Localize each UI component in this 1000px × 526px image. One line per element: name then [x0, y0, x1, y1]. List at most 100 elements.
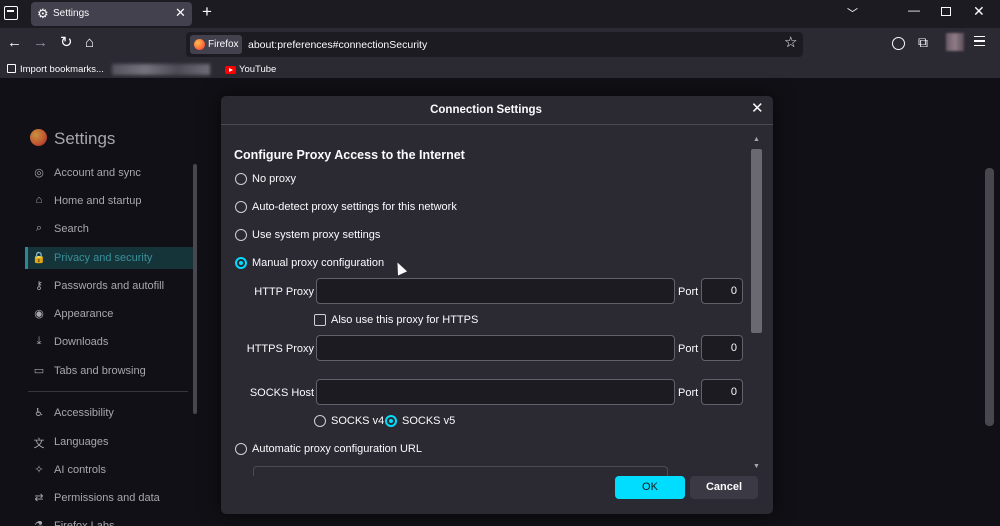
also-https-label[interactable]: Also use this proxy for HTTPS — [331, 314, 478, 326]
sidebar-item-label: Permissions and data — [54, 492, 160, 504]
socks-host-input[interactable] — [316, 379, 675, 405]
label-socks-v5[interactable]: SOCKS v5 — [402, 415, 455, 427]
dialog-scrollbar-thumb[interactable] — [751, 149, 762, 333]
sidebar-item[interactable]: 文 Languages — [25, 431, 195, 453]
https-proxy-label: HTTPS Proxy — [246, 343, 314, 355]
url-text[interactable]: about:preferences#connectionSecurity — [248, 39, 427, 51]
sidebar-item[interactable]: 🔒 Privacy and security — [25, 247, 195, 269]
sidebar-item[interactable]: ⌂ Home and startup — [25, 190, 195, 212]
firefox-logo-icon — [30, 129, 47, 146]
search-icon: ⌕ — [35, 222, 43, 234]
back-icon[interactable]: ← — [7, 35, 22, 51]
sidebar-item[interactable]: ⇄ Permissions and data — [25, 487, 195, 509]
sidebar-item[interactable]: ◉ Appearance — [25, 303, 195, 325]
navigation-toolbar: ← → ↻ ⌂ Firefox about:preferences#connec… — [0, 28, 1000, 61]
account-icon[interactable] — [892, 37, 905, 50]
also-https-checkbox[interactable] — [314, 314, 326, 326]
tab-title: Settings — [53, 8, 90, 19]
sidebar-item-label: Tabs and browsing — [54, 365, 146, 377]
label-socks-v4[interactable]: SOCKS v4 — [331, 415, 384, 427]
chevron-down-icon[interactable]: ﹀ — [847, 5, 858, 21]
reload-icon[interactable]: ↻ — [60, 35, 73, 51]
restore-icon[interactable] — [941, 7, 951, 16]
sidebar-scrollbar[interactable] — [193, 164, 197, 414]
dialog-separator — [221, 124, 773, 125]
radio-socks-v5[interactable] — [385, 415, 397, 427]
sidebar-item-label: AI controls — [54, 464, 106, 476]
http-port-input[interactable]: 0 — [701, 278, 743, 304]
socks-port-label: Port — [678, 387, 699, 399]
radio-socks-v4[interactable] — [314, 415, 326, 427]
gear-icon: ⚙ — [37, 6, 49, 21]
forward-icon[interactable]: → — [33, 35, 48, 51]
sidebar-item-label: Accessibility — [54, 407, 114, 419]
new-tab-icon[interactable]: + — [202, 3, 212, 21]
label-system-proxy[interactable]: Use system proxy settings — [252, 229, 380, 241]
dialog-title: Connection Settings — [430, 104, 542, 116]
bookmark-import[interactable]: Import bookmarks... — [20, 64, 104, 75]
url-bar[interactable]: Firefox about:preferences#connectionSecu… — [186, 32, 803, 57]
radio-auto-detect[interactable] — [235, 201, 247, 213]
connection-settings-dialog: Connection Settings ✕ Configure Proxy Ac… — [221, 96, 773, 514]
sidebar-item-label: Passwords and autofill — [54, 280, 165, 292]
scroll-up-icon[interactable]: ▲ — [753, 136, 760, 143]
mouse-cursor — [392, 260, 408, 276]
account-icon: ◎ — [34, 167, 44, 179]
sidebar-item[interactable]: ⚷ Passwords and autofill — [25, 275, 195, 297]
page-title: Settings — [54, 129, 116, 148]
sidebar-item[interactable]: ⚗ Firefox Labs — [25, 515, 195, 526]
socks-port-input[interactable]: 0 — [701, 379, 743, 405]
flask-icon: ⚗ — [34, 520, 44, 526]
sidebar-item[interactable]: ⌕ Search — [25, 218, 195, 240]
radio-manual-proxy[interactable] — [235, 257, 247, 269]
ok-button[interactable]: OK — [615, 476, 685, 499]
tab-settings[interactable]: ⚙ Settings ✕ — [31, 2, 192, 26]
profile-avatar[interactable] — [946, 33, 964, 51]
label-no-proxy[interactable]: No proxy — [252, 173, 296, 185]
home-icon[interactable]: ⌂ — [85, 35, 94, 51]
blurred-bookmark[interactable] — [112, 64, 210, 75]
sidebar-item[interactable]: ▭ Tabs and browsing — [25, 360, 195, 382]
menu-icon[interactable] — [974, 36, 985, 46]
http-proxy-label: HTTP Proxy — [254, 286, 314, 298]
label-auto-detect[interactable]: Auto-detect proxy settings for this netw… — [252, 201, 457, 213]
radio-no-proxy[interactable] — [235, 173, 247, 185]
page-scrollbar[interactable] — [985, 168, 994, 426]
youtube-icon — [225, 66, 236, 74]
label-auto-url[interactable]: Automatic proxy configuration URL — [252, 443, 422, 455]
minimize-icon[interactable]: — — [908, 3, 920, 17]
sidebar-item[interactable]: ♿ Accessibility — [25, 402, 195, 424]
sidebar-item[interactable]: ⤓ Downloads — [25, 331, 195, 353]
languages-icon: 文 — [33, 438, 45, 450]
extensions-icon[interactable]: ⧉ — [918, 34, 928, 51]
accessibility-icon: ♿ — [34, 407, 44, 419]
scroll-down-icon[interactable]: ▼ — [753, 463, 760, 470]
key-icon: ⚷ — [34, 280, 44, 292]
close-tab-icon[interactable]: ✕ — [175, 6, 186, 20]
label-manual-proxy[interactable]: Manual proxy configuration — [252, 257, 384, 269]
radio-auto-url[interactable] — [235, 443, 247, 455]
eye-icon: ◉ — [34, 308, 44, 320]
sidebar-item[interactable]: ◎ Account and sync — [25, 162, 195, 184]
close-icon[interactable]: ✕ — [751, 101, 764, 117]
download-icon: ⤓ — [36, 335, 42, 347]
identity-box[interactable]: Firefox — [190, 35, 242, 54]
https-port-label: Port — [678, 343, 699, 355]
auto-url-input[interactable] — [253, 466, 668, 476]
permissions-icon: ⇄ — [34, 492, 44, 504]
socks-host-label: SOCKS Host — [249, 387, 314, 399]
tab-strip: ⚙ Settings ✕ + ﹀ — ✕ — [0, 0, 1000, 28]
cancel-button[interactable]: Cancel — [690, 476, 758, 499]
https-proxy-input[interactable] — [316, 335, 675, 361]
window-close-icon[interactable]: ✕ — [973, 4, 985, 18]
sidebar-item[interactable]: ✧ AI controls — [25, 459, 195, 481]
http-proxy-input[interactable] — [316, 278, 675, 304]
firefox-logo-icon — [194, 39, 205, 50]
bookmark-star-icon[interactable]: ☆ — [784, 35, 797, 51]
bookmark-youtube[interactable]: YouTube — [239, 64, 276, 75]
https-port-input[interactable]: 0 — [701, 335, 743, 361]
http-port-label: Port — [678, 286, 699, 298]
sidebar-item-label: Account and sync — [54, 167, 141, 179]
tab-list-icon[interactable] — [4, 6, 18, 20]
radio-system-proxy[interactable] — [235, 229, 247, 241]
